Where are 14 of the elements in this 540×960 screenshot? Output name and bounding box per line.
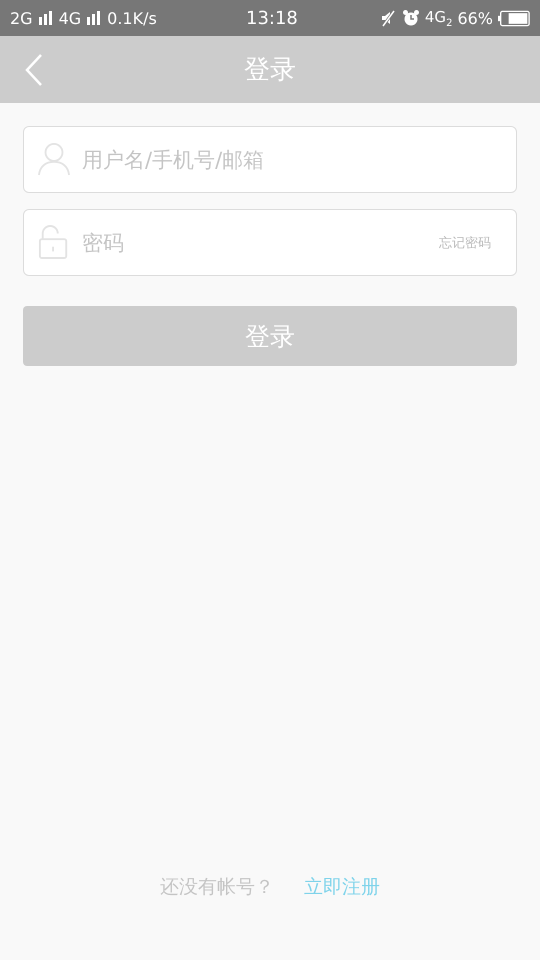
register-link[interactable]: 立即注册 [304,874,380,900]
battery-percent: 66% [457,8,493,28]
network-label: 4G$_{2}$ [424,8,452,28]
signal-icon [86,11,102,25]
clock: 13:18 [246,8,298,28]
back-icon[interactable] [24,52,44,86]
alarm-icon [402,9,420,27]
forgot-password-link[interactable]: 忘记密码 [439,234,491,252]
network-label: 2G [10,8,33,28]
network-label: 4G [58,8,82,28]
battery-icon [498,10,530,26]
username-field[interactable]: 用户名/手机号/邮箱 [23,126,517,193]
network-speed: 0.1K/s [107,8,157,28]
signal-icon [38,11,54,25]
